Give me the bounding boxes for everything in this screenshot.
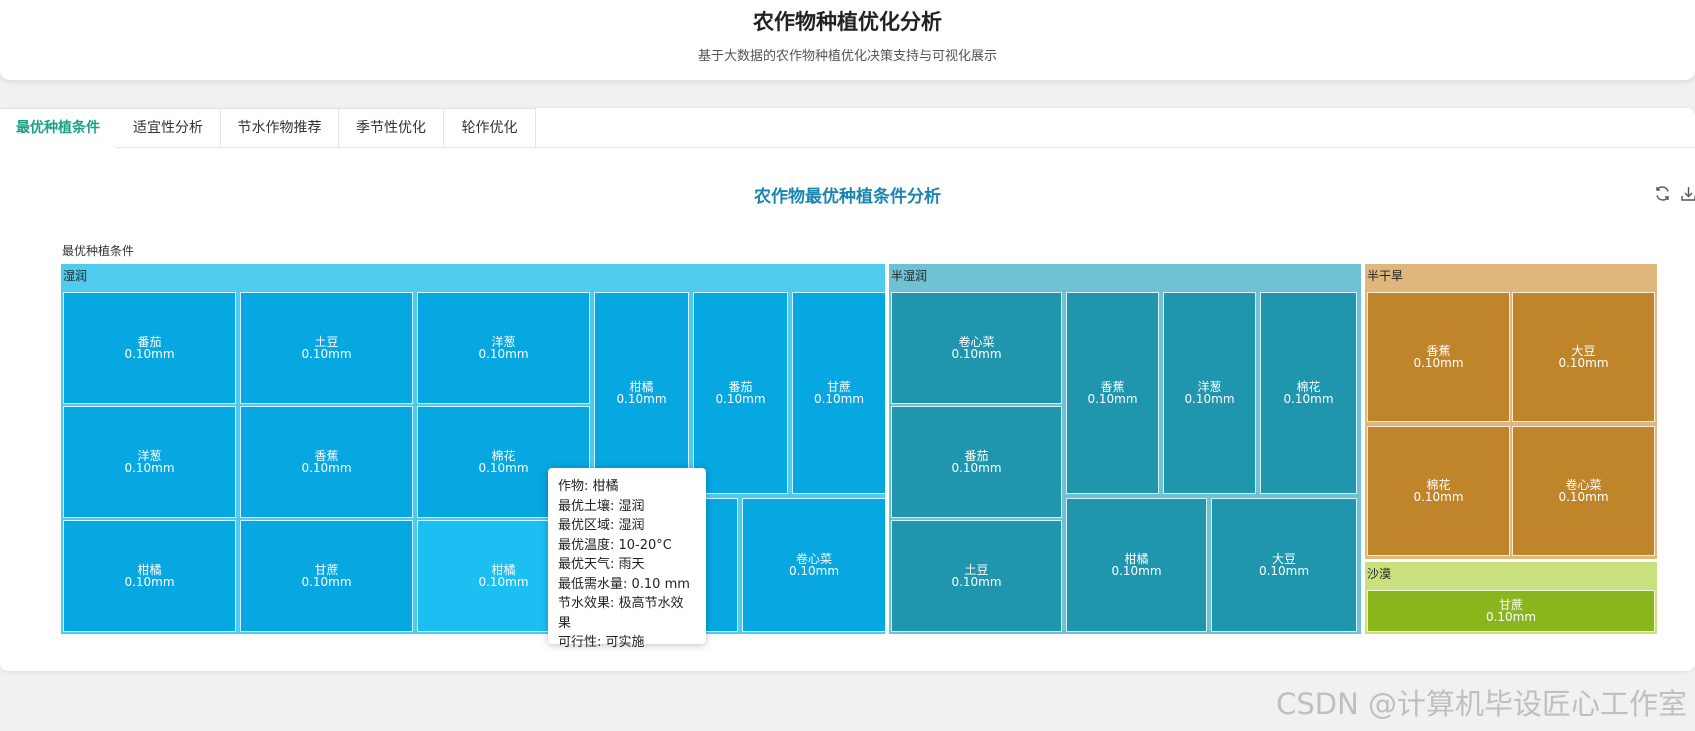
treemap-leaf-value: 0.10mm: [478, 461, 529, 475]
treemap-leaf[interactable]: 柑橘 0.10mm: [1066, 498, 1207, 632]
treemap-leaf-value: 0.10mm: [301, 347, 352, 361]
treemap-leaf[interactable]: 香蕉 0.10mm: [1066, 292, 1159, 494]
treemap-breadcrumb[interactable]: 最优种植条件: [62, 242, 134, 259]
treemap-group-label: 湿润: [63, 269, 88, 283]
treemap-leaf-value: 0.10mm: [788, 564, 840, 578]
tab-water-saving[interactable]: 节水作物推荐: [221, 108, 339, 147]
treemap-leaf-value: 0.10mm: [124, 575, 175, 589]
treemap-leaf[interactable]: 卷心菜 0.10mm: [891, 292, 1062, 404]
treemap-leaf[interactable]: 番茄 0.10mm: [693, 292, 788, 494]
treemap-group-label: 半湿润: [891, 269, 928, 283]
treemap-leaf-value: 0.10mm: [715, 392, 766, 406]
treemap-leaf-value: 0.10mm: [951, 575, 1002, 589]
tooltip-line: 最优温度: 10-20°C: [558, 537, 672, 553]
tooltip-line: 节水效果: 极高节水效果: [558, 596, 684, 631]
treemap-leaf[interactable]: 甘蔗 0.10mm: [240, 520, 413, 632]
treemap-chart: 湿润 番茄 0.10mm 土豆 0.10mm 洋葱 0.10mm 柑橘 0.10mm 番茄 0.10…: [61, 264, 1657, 634]
treemap-leaf-value: 0.10mm: [951, 347, 1002, 361]
tooltip-line: 最优天气: 雨天: [558, 557, 645, 572]
treemap-leaf[interactable]: 番茄 0.10mm: [63, 292, 236, 404]
tooltip-line: 最优土壤: 湿润: [558, 498, 645, 514]
tab-suitability[interactable]: 适宜性分析: [116, 108, 221, 147]
tab-bar: 最优种植条件 适宜性分析 节水作物推荐 季节性优化 轮作优化: [0, 108, 1695, 149]
treemap-leaf-value: 0.10mm: [301, 575, 352, 589]
treemap-leaf[interactable]: 洋葱 0.10mm: [1163, 292, 1256, 494]
refresh-icon[interactable]: [1653, 185, 1671, 203]
treemap-group[interactable]: 半湿润卷心菜 0.10mm 香蕉 0.10mm 洋葱 0.10mm 棉花 0.10mm 番茄 0.…: [889, 264, 1361, 634]
treemap-leaf-value: 0.10mm: [1413, 356, 1464, 370]
treemap-leaf-value: 0.10mm: [478, 347, 529, 361]
page-subtitle: 基于大数据的农作物种植优化决策支持与可视化展示: [697, 49, 997, 64]
treemap-leaf-value: 0.10mm: [1558, 356, 1609, 370]
tooltip-line: 最优区域: 湿润: [558, 518, 645, 533]
treemap-leaf[interactable]: 卷心菜 0.10mm: [742, 498, 886, 632]
treemap-leaf-value: 0.10mm: [1111, 564, 1162, 578]
page-header: 农作物种植优化分析 基于大数据的农作物种植优化决策支持与可视化展示: [0, 0, 1695, 80]
tab-optimal-conditions[interactable]: 最优种植条件: [0, 108, 117, 149]
treemap-leaf-value: 0.10mm: [124, 461, 175, 475]
treemap-leaf[interactable]: 洋葱 0.10mm: [63, 406, 236, 518]
tab-rotation[interactable]: 轮作优化: [444, 108, 536, 147]
treemap-leaf[interactable]: 洋葱 0.10mm: [417, 292, 590, 404]
treemap-leaf[interactable]: 棉花 0.10mm: [1260, 292, 1357, 494]
treemap-group[interactable]: 半干旱香蕉 0.10mm 大豆 0.10mm 棉花 0.10mm 卷心菜 0.10mm: [1365, 264, 1657, 559]
treemap-leaf[interactable]: 香蕉 0.10mm: [1367, 292, 1510, 422]
treemap-group[interactable]: 湿润 番茄 0.10mm 土豆 0.10mm 洋葱 0.10mm 柑橘 0.10mm 番茄 0.10…: [61, 264, 886, 634]
treemap-leaf-value: 0.10mm: [124, 347, 175, 361]
treemap-leaf-value: 0.10mm: [1184, 392, 1235, 406]
page-title: 农作物种植优化分析: [753, 10, 942, 34]
treemap-leaf-value: 0.10mm: [1558, 490, 1609, 504]
content-panel: 最优种植条件 适宜性分析 节水作物推荐 季节性优化 轮作优化 农作物最优种植条件…: [0, 108, 1695, 671]
treemap-leaf-value: 0.10mm: [478, 575, 529, 589]
treemap-leaf-value: 0.10mm: [951, 461, 1002, 475]
treemap-leaf-value: 0.10mm: [616, 392, 667, 406]
treemap-leaf[interactable]: 土豆0.10mm: [891, 520, 1062, 632]
treemap-leaf[interactable]: 卷心菜 0.10mm: [1512, 426, 1655, 556]
treemap-leaf[interactable]: 甘蔗 0.10mm: [792, 292, 886, 494]
tooltip-line: 作物: 柑橘: [558, 479, 619, 494]
tooltip-line: 可行性: 可实施: [558, 635, 645, 650]
treemap-leaf-value: 0.10mm: [1283, 392, 1334, 406]
treemap-leaf[interactable]: 大豆 0.10mm: [1211, 498, 1357, 632]
treemap-leaf[interactable]: 香蕉 0.10mm: [240, 406, 413, 518]
treemap-leaf[interactable]: 柑橘 0.10mm: [594, 292, 689, 494]
treemap-leaf[interactable]: 棉花 0.10mm: [1367, 426, 1510, 556]
treemap-group-label: 半干旱: [1367, 269, 1404, 283]
download-icon[interactable]: [1679, 185, 1695, 203]
treemap-tooltip: 作物: 柑橘最优土壤: 湿润 最优区域: 湿润最优温度: 10-20°C 最优天气:…: [548, 468, 706, 650]
tooltip-line: 最低需水量: 0.10 mm: [558, 576, 690, 592]
treemap-leaf[interactable]: 番茄 0.10mm: [891, 406, 1062, 518]
treemap-leaf[interactable]: 柑橘 0.10mm: [63, 520, 236, 632]
treemap-leaf-value: 0.10mm: [301, 461, 352, 475]
treemap-leaf[interactable]: 土豆0.10mm: [240, 292, 413, 404]
treemap-leaf-value: 0.10mm: [1087, 392, 1138, 406]
treemap-leaf[interactable]: 大豆 0.10mm: [1512, 292, 1655, 422]
watermark: CSDN @计算机毕设匠心工作室: [1276, 687, 1687, 721]
treemap-leaf-value: 0.10mm: [813, 392, 865, 406]
treemap-leaf-value: 0.10mm: [1258, 564, 1310, 578]
treemap-group[interactable]: 沙漠甘蔗 0.10mm: [1365, 562, 1657, 634]
tab-seasonal[interactable]: 季节性优化: [339, 108, 444, 147]
treemap-group-label: 沙漠: [1367, 567, 1392, 581]
treemap-leaf[interactable]: 甘蔗 0.10mm: [1367, 590, 1655, 632]
chart-title: 农作物最优种植条件分析: [754, 187, 941, 207]
treemap-leaf-value: 0.10mm: [1413, 490, 1464, 504]
treemap-leaf-value: 0.10mm: [1485, 610, 1537, 624]
